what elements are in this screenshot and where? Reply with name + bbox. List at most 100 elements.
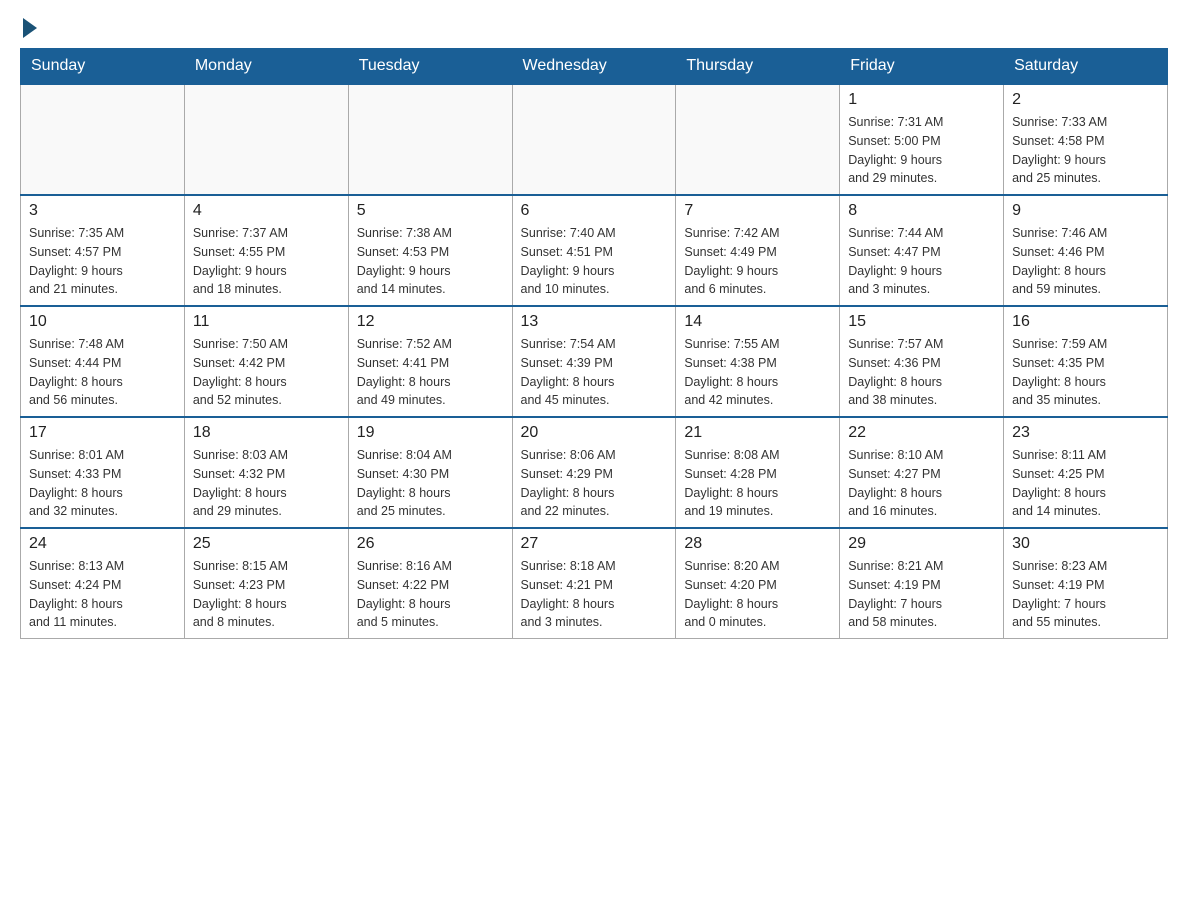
- day-number: 15: [848, 313, 995, 331]
- calendar-cell: 4 Sunrise: 7:37 AMSunset: 4:55 PMDaylight…: [184, 195, 348, 306]
- header-tuesday: Tuesday: [348, 49, 512, 85]
- day-number: 27: [521, 535, 668, 553]
- calendar-cell: 27 Sunrise: 8:18 AMSunset: 4:21 PMDayligh…: [512, 528, 676, 639]
- day-info: Sunrise: 7:48 AMSunset: 4:44 PMDaylight:…: [29, 335, 176, 410]
- week-row-2: 3 Sunrise: 7:35 AMSunset: 4:57 PMDaylight…: [21, 195, 1168, 306]
- calendar-cell: 7 Sunrise: 7:42 AMSunset: 4:49 PMDaylight…: [676, 195, 840, 306]
- day-info: Sunrise: 7:55 AMSunset: 4:38 PMDaylight:…: [684, 335, 831, 410]
- day-number: 19: [357, 424, 504, 442]
- calendar-cell: 17 Sunrise: 8:01 AMSunset: 4:33 PMDayligh…: [21, 417, 185, 528]
- day-number: 18: [193, 424, 340, 442]
- calendar-cell: 3 Sunrise: 7:35 AMSunset: 4:57 PMDaylight…: [21, 195, 185, 306]
- header-thursday: Thursday: [676, 49, 840, 85]
- day-info: Sunrise: 8:15 AMSunset: 4:23 PMDaylight:…: [193, 557, 340, 632]
- day-info: Sunrise: 7:44 AMSunset: 4:47 PMDaylight:…: [848, 224, 995, 299]
- calendar-cell: 23 Sunrise: 8:11 AMSunset: 4:25 PMDayligh…: [1004, 417, 1168, 528]
- day-info: Sunrise: 8:06 AMSunset: 4:29 PMDaylight:…: [521, 446, 668, 521]
- day-info: Sunrise: 8:04 AMSunset: 4:30 PMDaylight:…: [357, 446, 504, 521]
- calendar-cell: 8 Sunrise: 7:44 AMSunset: 4:47 PMDaylight…: [840, 195, 1004, 306]
- calendar-cell: 12 Sunrise: 7:52 AMSunset: 4:41 PMDayligh…: [348, 306, 512, 417]
- calendar-cell: 15 Sunrise: 7:57 AMSunset: 4:36 PMDayligh…: [840, 306, 1004, 417]
- calendar-cell: 6Sunrise: 7:40 AMSunset: 4:51 PMDaylight…: [512, 195, 676, 306]
- day-number: 22: [848, 424, 995, 442]
- day-info: Sunrise: 7:42 AMSunset: 4:49 PMDaylight:…: [684, 224, 831, 299]
- calendar-cell: 2 Sunrise: 7:33 AMSunset: 4:58 PMDaylight…: [1004, 84, 1168, 195]
- day-info: Sunrise: 7:57 AMSunset: 4:36 PMDaylight:…: [848, 335, 995, 410]
- calendar-cell: 24 Sunrise: 8:13 AMSunset: 4:24 PMDayligh…: [21, 528, 185, 639]
- calendar-cell: 21 Sunrise: 8:08 AMSunset: 4:28 PMDayligh…: [676, 417, 840, 528]
- day-number: 25: [193, 535, 340, 553]
- calendar-cell: [348, 84, 512, 195]
- day-info: Sunrise: 7:52 AMSunset: 4:41 PMDaylight:…: [357, 335, 504, 410]
- calendar-cell: 1 Sunrise: 7:31 AMSunset: 5:00 PMDaylight…: [840, 84, 1004, 195]
- calendar-cell: 28 Sunrise: 8:20 AMSunset: 4:20 PMDayligh…: [676, 528, 840, 639]
- calendar-table: Sunday Monday Tuesday Wednesday Thursday…: [20, 48, 1168, 639]
- day-info: Sunrise: 7:37 AMSunset: 4:55 PMDaylight:…: [193, 224, 340, 299]
- day-number: 21: [684, 424, 831, 442]
- day-number: 11: [193, 313, 340, 331]
- header-sunday: Sunday: [21, 49, 185, 85]
- calendar-cell: 18 Sunrise: 8:03 AMSunset: 4:32 PMDayligh…: [184, 417, 348, 528]
- calendar-header-row: Sunday Monday Tuesday Wednesday Thursday…: [21, 49, 1168, 85]
- day-number: 17: [29, 424, 176, 442]
- day-number: 7: [684, 202, 831, 220]
- calendar-cell: [676, 84, 840, 195]
- day-info: Sunrise: 7:59 AMSunset: 4:35 PMDaylight:…: [1012, 335, 1159, 410]
- day-number: 3: [29, 202, 176, 220]
- calendar-cell: [512, 84, 676, 195]
- day-number: 28: [684, 535, 831, 553]
- day-number: 8: [848, 202, 995, 220]
- calendar-cell: 10Sunrise: 7:48 AMSunset: 4:44 PMDayligh…: [21, 306, 185, 417]
- calendar-cell: 13 Sunrise: 7:54 AMSunset: 4:39 PMDayligh…: [512, 306, 676, 417]
- day-info: Sunrise: 8:13 AMSunset: 4:24 PMDaylight:…: [29, 557, 176, 632]
- calendar-cell: 9Sunrise: 7:46 AMSunset: 4:46 PMDaylight…: [1004, 195, 1168, 306]
- calendar-cell: 19 Sunrise: 8:04 AMSunset: 4:30 PMDayligh…: [348, 417, 512, 528]
- day-info: Sunrise: 8:03 AMSunset: 4:32 PMDaylight:…: [193, 446, 340, 521]
- header-wednesday: Wednesday: [512, 49, 676, 85]
- day-number: 12: [357, 313, 504, 331]
- header-monday: Monday: [184, 49, 348, 85]
- day-number: 5: [357, 202, 504, 220]
- header-friday: Friday: [840, 49, 1004, 85]
- logo-arrow-icon: [23, 18, 37, 38]
- header-saturday: Saturday: [1004, 49, 1168, 85]
- calendar-cell: 11 Sunrise: 7:50 AMSunset: 4:42 PMDayligh…: [184, 306, 348, 417]
- calendar-cell: 26 Sunrise: 8:16 AMSunset: 4:22 PMDayligh…: [348, 528, 512, 639]
- day-info: Sunrise: 7:38 AMSunset: 4:53 PMDaylight:…: [357, 224, 504, 299]
- day-number: 20: [521, 424, 668, 442]
- day-info: Sunrise: 8:18 AMSunset: 4:21 PMDaylight:…: [521, 557, 668, 632]
- day-info: Sunrise: 8:01 AMSunset: 4:33 PMDaylight:…: [29, 446, 176, 521]
- day-number: 16: [1012, 313, 1159, 331]
- calendar-cell: 5 Sunrise: 7:38 AMSunset: 4:53 PMDaylight…: [348, 195, 512, 306]
- day-number: 24: [29, 535, 176, 553]
- week-row-3: 10Sunrise: 7:48 AMSunset: 4:44 PMDayligh…: [21, 306, 1168, 417]
- day-info: Sunrise: 7:31 AMSunset: 5:00 PMDaylight:…: [848, 113, 995, 188]
- day-info: Sunrise: 7:50 AMSunset: 4:42 PMDaylight:…: [193, 335, 340, 410]
- calendar-cell: 29Sunrise: 8:21 AMSunset: 4:19 PMDayligh…: [840, 528, 1004, 639]
- week-row-4: 17 Sunrise: 8:01 AMSunset: 4:33 PMDayligh…: [21, 417, 1168, 528]
- day-info: Sunrise: 7:54 AMSunset: 4:39 PMDaylight:…: [521, 335, 668, 410]
- day-number: 2: [1012, 91, 1159, 109]
- day-info: Sunrise: 7:35 AMSunset: 4:57 PMDaylight:…: [29, 224, 176, 299]
- day-info: Sunrise: 8:11 AMSunset: 4:25 PMDaylight:…: [1012, 446, 1159, 521]
- calendar-cell: 25 Sunrise: 8:15 AMSunset: 4:23 PMDayligh…: [184, 528, 348, 639]
- calendar-cell: [21, 84, 185, 195]
- day-info: Sunrise: 8:23 AMSunset: 4:19 PMDaylight:…: [1012, 557, 1159, 632]
- calendar-cell: 30 Sunrise: 8:23 AMSunset: 4:19 PMDayligh…: [1004, 528, 1168, 639]
- day-number: 23: [1012, 424, 1159, 442]
- day-number: 4: [193, 202, 340, 220]
- day-info: Sunrise: 8:16 AMSunset: 4:22 PMDaylight:…: [357, 557, 504, 632]
- day-info: Sunrise: 8:08 AMSunset: 4:28 PMDaylight:…: [684, 446, 831, 521]
- day-info: Sunrise: 8:20 AMSunset: 4:20 PMDaylight:…: [684, 557, 831, 632]
- day-number: 30: [1012, 535, 1159, 553]
- calendar-cell: 20 Sunrise: 8:06 AMSunset: 4:29 PMDayligh…: [512, 417, 676, 528]
- week-row-1: 1 Sunrise: 7:31 AMSunset: 5:00 PMDaylight…: [21, 84, 1168, 195]
- day-number: 26: [357, 535, 504, 553]
- page-header: [20, 20, 1168, 38]
- day-number: 9: [1012, 202, 1159, 220]
- day-number: 1: [848, 91, 995, 109]
- day-info: Sunrise: 8:21 AMSunset: 4:19 PMDaylight:…: [848, 557, 995, 632]
- day-info: Sunrise: 7:33 AMSunset: 4:58 PMDaylight:…: [1012, 113, 1159, 188]
- week-row-5: 24 Sunrise: 8:13 AMSunset: 4:24 PMDayligh…: [21, 528, 1168, 639]
- day-number: 13: [521, 313, 668, 331]
